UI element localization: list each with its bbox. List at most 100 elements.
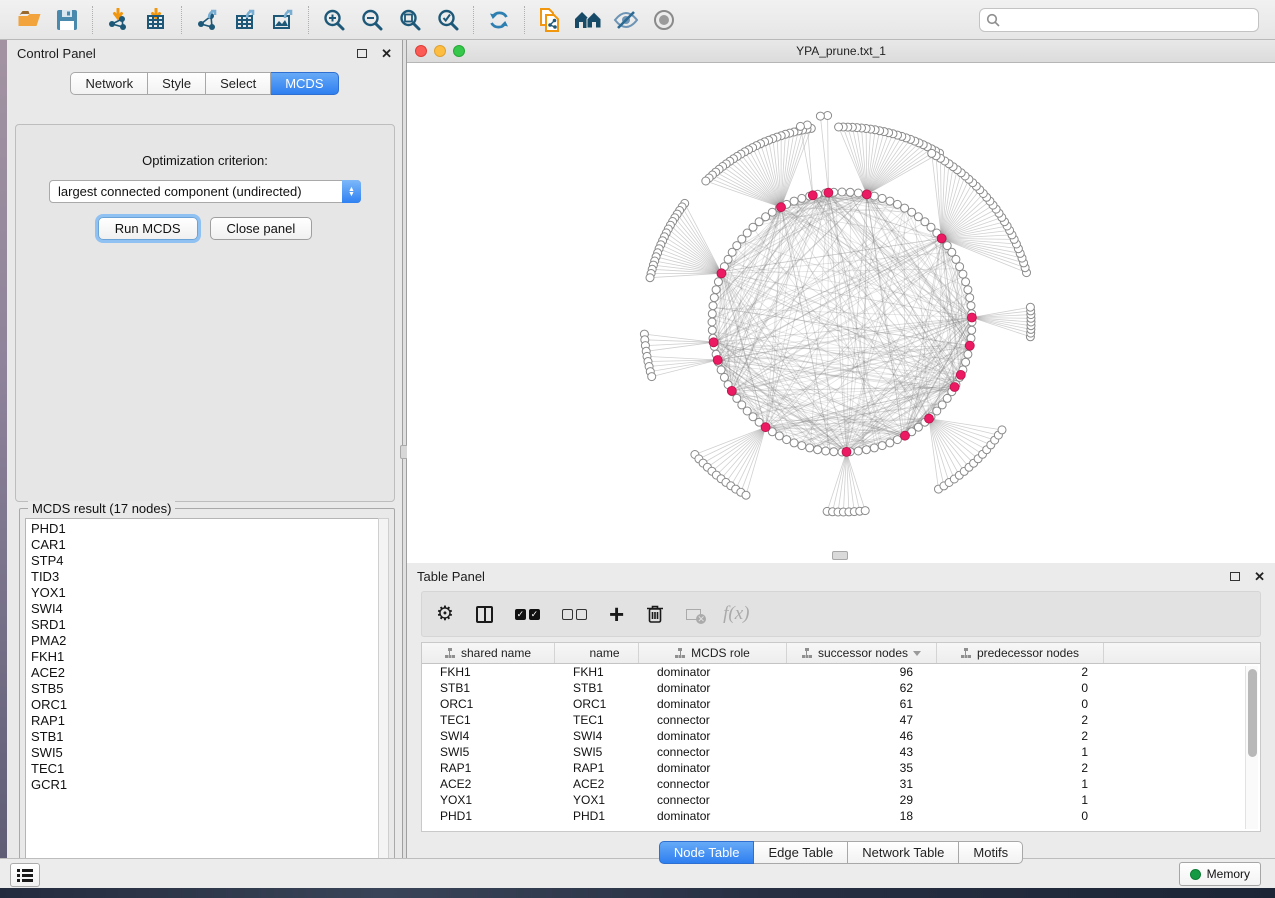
mcds-list-item[interactable]: RAP1 <box>31 713 380 729</box>
mcds-list-scrollbar[interactable] <box>378 518 389 872</box>
close-window-icon[interactable] <box>415 45 427 57</box>
zoom-selected-icon[interactable] <box>431 5 465 35</box>
network-graph[interactable] <box>407 63 1275 563</box>
table-row[interactable]: RAP1RAP1dominator352 <box>422 760 1244 776</box>
table-row[interactable]: ACE2ACE2connector311 <box>422 776 1244 792</box>
close-panel-icon[interactable]: ✕ <box>381 47 392 60</box>
scrollbar-thumb[interactable] <box>1248 669 1257 757</box>
table-row[interactable]: FKH1FKH1dominator962 <box>422 664 1244 680</box>
table-row[interactable]: YOX1YOX1connector291 <box>422 792 1244 808</box>
close-table-panel-icon[interactable]: ✕ <box>1254 570 1265 583</box>
export-table-icon[interactable] <box>228 5 262 35</box>
mcds-result-list[interactable]: PHD1CAR1STP4TID3YOX1SWI4SRD1PMA2FKH1ACE2… <box>25 518 381 872</box>
node-table-header: shared namename MCDS role successor nodesp… <box>422 643 1260 664</box>
mcds-list-item[interactable]: STB1 <box>31 729 380 745</box>
table-cell: FKH1 <box>555 665 639 679</box>
apply-layout-icon[interactable] <box>482 5 516 35</box>
search-input[interactable] <box>1000 13 1252 27</box>
zoom-in-icon[interactable] <box>317 5 351 35</box>
network-home-icon[interactable] <box>571 5 605 35</box>
zoom-fit-icon[interactable] <box>393 5 427 35</box>
task-history-button[interactable] <box>10 863 40 887</box>
tab-edge-table[interactable]: Edge Table <box>754 841 848 864</box>
tab-network-table[interactable]: Network Table <box>848 841 959 864</box>
mcds-list-item[interactable]: ACE2 <box>31 665 380 681</box>
tab-select[interactable]: Select <box>206 72 271 95</box>
save-session-icon[interactable] <box>50 5 84 35</box>
memory-button[interactable]: Memory <box>1179 862 1261 886</box>
table-cell: dominator <box>639 681 787 695</box>
deselect-all-icon[interactable] <box>562 609 587 620</box>
table-cell: 0 <box>937 809 1104 823</box>
mcds-list-item[interactable]: TID3 <box>31 569 380 585</box>
table-cell: ORC1 <box>422 697 555 711</box>
zoom-out-icon[interactable] <box>355 5 389 35</box>
float-panel-icon[interactable] <box>357 49 367 58</box>
column-header-predecessor-nodes[interactable]: predecessor nodes <box>937 643 1104 663</box>
show-details-icon[interactable] <box>647 5 681 35</box>
column-header-shared-name[interactable]: shared name <box>422 643 555 663</box>
column-selector-icon[interactable] <box>476 606 493 623</box>
table-scrollbar[interactable] <box>1245 666 1258 829</box>
table-cell: TEC1 <box>422 713 555 727</box>
mcds-list-item[interactable]: STB5 <box>31 681 380 697</box>
tab-node-table[interactable]: Node Table <box>659 841 755 864</box>
add-column-icon[interactable]: + <box>609 604 624 625</box>
network-canvas[interactable] <box>407 63 1275 563</box>
table-cell: PHD1 <box>422 809 555 823</box>
maximize-window-icon[interactable] <box>453 45 465 57</box>
export-network-icon[interactable] <box>190 5 224 35</box>
delete-column-icon[interactable] <box>646 604 664 624</box>
toolbar-separator <box>473 6 474 34</box>
table-cell: 18 <box>787 809 937 823</box>
minimize-window-icon[interactable] <box>434 45 446 57</box>
table-cell: dominator <box>639 729 787 743</box>
toolbar-separator <box>181 6 182 34</box>
optimization-criterion-select[interactable]: largest connected component (undirected)… <box>49 180 361 203</box>
gear-icon[interactable]: ⚙ <box>436 604 454 624</box>
mcds-list-item[interactable]: SWI4 <box>31 601 380 617</box>
tab-motifs[interactable]: Motifs <box>959 841 1023 864</box>
column-header-label: MCDS role <box>691 646 750 660</box>
horizontal-splitter-grip[interactable] <box>832 551 848 560</box>
table-row[interactable]: TEC1TEC1connector472 <box>422 712 1244 728</box>
mcds-list-item[interactable]: CAR1 <box>31 537 380 553</box>
mcds-list-item[interactable]: STP4 <box>31 553 380 569</box>
shared-column-icon <box>445 648 456 658</box>
table-cell: 2 <box>937 713 1104 727</box>
table-cell: 61 <box>787 697 937 711</box>
export-image-icon[interactable] <box>266 5 300 35</box>
table-row[interactable]: SWI4SWI4dominator462 <box>422 728 1244 744</box>
table-row[interactable]: STB1STB1dominator620 <box>422 680 1244 696</box>
mcds-list-item[interactable]: GCR1 <box>31 777 380 793</box>
table-row[interactable]: SWI5SWI5connector431 <box>422 744 1244 760</box>
mcds-list-item[interactable]: PHD1 <box>31 521 380 537</box>
float-table-panel-icon[interactable] <box>1230 572 1240 581</box>
mcds-list-item[interactable]: TEC1 <box>31 761 380 777</box>
table-row[interactable]: ORC1ORC1dominator610 <box>422 696 1244 712</box>
mcds-list-item[interactable]: SWI5 <box>31 745 380 761</box>
table-tabs: Node TableEdge TableNetwork TableMotifs <box>407 841 1275 864</box>
mcds-list-item[interactable]: SRD1 <box>31 617 380 633</box>
clone-network-icon[interactable] <box>533 5 567 35</box>
tab-mcds[interactable]: MCDS <box>271 72 338 95</box>
import-network-icon[interactable] <box>101 5 135 35</box>
run-mcds-button[interactable]: Run MCDS <box>98 217 198 240</box>
open-session-icon[interactable] <box>12 5 46 35</box>
mcds-list-item[interactable]: PMA2 <box>31 633 380 649</box>
close-panel-button[interactable]: Close panel <box>210 217 313 240</box>
toolbar-separator <box>92 6 93 34</box>
control-panel-title: Control Panel <box>17 46 96 61</box>
select-all-icon[interactable]: ✓✓ <box>515 609 540 620</box>
column-header-MCDS-role[interactable]: MCDS role <box>639 643 787 663</box>
mcds-list-item[interactable]: YOX1 <box>31 585 380 601</box>
tab-style[interactable]: Style <box>148 72 206 95</box>
table-row[interactable]: PHD1PHD1dominator180 <box>422 808 1244 824</box>
mcds-list-item[interactable]: FKH1 <box>31 649 380 665</box>
column-header-name[interactable]: name <box>555 643 639 663</box>
tab-network[interactable]: Network <box>70 72 148 95</box>
column-header-successor-nodes[interactable]: successor nodes <box>787 643 937 663</box>
mcds-list-item[interactable]: ORC1 <box>31 697 380 713</box>
hide-details-icon[interactable] <box>609 5 643 35</box>
import-table-icon[interactable] <box>139 5 173 35</box>
